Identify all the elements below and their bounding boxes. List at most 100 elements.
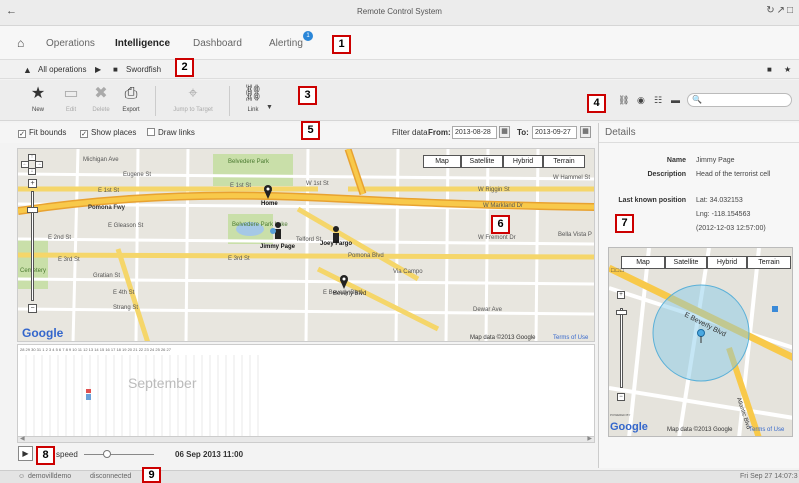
delete-button[interactable]: ✖ Delete [86, 84, 116, 113]
alert-badge: 1 [303, 31, 313, 41]
street-label: W Markland Dr [483, 203, 523, 209]
minimap-type-terrain[interactable]: Terrain [747, 256, 791, 269]
speed-label: speed [56, 450, 78, 459]
window-controls[interactable]: ↻↗□ [766, 5, 795, 16]
operation-icon: ▲ [23, 65, 32, 75]
from-date-input[interactable]: 2013-08-28 [452, 126, 497, 139]
google-logo: Google [610, 421, 648, 433]
tab-dashboard[interactable]: Dashboard [193, 38, 242, 49]
edit-icon: ▭ [63, 85, 79, 102]
description-value: Head of the terrorist cell [696, 171, 771, 178]
street-label: Strang St [113, 305, 138, 311]
map-type-terrain[interactable]: Terrain [543, 155, 585, 168]
search-input[interactable]: 🔍 [687, 93, 792, 107]
pan-control[interactable]: ↑ ← → ↓ [21, 154, 43, 175]
name-value: Jimmy Page [696, 157, 735, 164]
callout-5: 5 [301, 121, 320, 140]
minimap-canvas: E Beverly Blvd Atlantic Blvd POWERED BY … [609, 248, 792, 436]
street-label: Gratian St [93, 273, 120, 279]
timeline-event[interactable] [86, 389, 91, 393]
map-view[interactable]: Michigan Ave Eugene St E 1st St E 1st St… [17, 148, 595, 342]
map-type-hybrid[interactable]: Hybrid [503, 155, 543, 168]
map-type-satellite[interactable]: Satellite [461, 155, 503, 168]
list-view-icon[interactable]: ▬ [671, 95, 680, 105]
calendar-icon[interactable]: ▦ [580, 126, 591, 138]
fit-bounds-checkbox[interactable]: ✓ Fit bounds [18, 128, 66, 138]
breadcrumb-root[interactable]: All operations [38, 65, 86, 74]
zoom-slider-handle[interactable] [27, 207, 38, 213]
speed-slider-handle[interactable] [103, 450, 111, 458]
marker-label: Joey Fargo [320, 241, 352, 247]
minimap-zoom-slider[interactable] [620, 308, 623, 388]
timeline-event[interactable] [86, 394, 91, 400]
minimap-pan-control[interactable]: □□□ [611, 268, 641, 276]
export-button[interactable]: ⎙ Export [116, 84, 146, 113]
street-label: Pomona Fwy [88, 205, 126, 211]
callout-9: 9 [142, 467, 161, 483]
tab-alerting[interactable]: Alerting [269, 38, 303, 49]
dropdown-arrow-icon[interactable]: ▼ [266, 104, 273, 111]
breadcrumb: ▲ All operations ▶ ■ Swordfish ■ ★ [0, 60, 799, 79]
calendar-icon[interactable]: ▦ [499, 126, 510, 138]
minimap-terms-link: Terms of Use [749, 427, 785, 433]
scroll-right-icon[interactable]: ▶ [587, 435, 592, 442]
minimap-type-satellite[interactable]: Satellite [665, 256, 707, 269]
home-icon[interactable]: ⌂ [17, 36, 24, 50]
map-type-map[interactable]: Map [423, 155, 461, 168]
speed-slider[interactable] [84, 454, 154, 455]
street-label: E Gleason St [108, 223, 144, 229]
zoom-out-icon[interactable]: − [617, 393, 625, 401]
details-minimap[interactable]: E Beverly Blvd Atlantic Blvd POWERED BY … [608, 247, 793, 437]
minimap-attribution: Map data ©2013 Google [667, 426, 733, 433]
new-button[interactable]: ★ New [23, 84, 53, 113]
link-button[interactable]: ⛓ Link [238, 84, 268, 113]
street-label: W 1st St [306, 181, 329, 187]
callout-8: 8 [36, 446, 55, 465]
breadcrumb-current[interactable]: Swordfish [126, 65, 161, 74]
zoom-in-icon[interactable]: + [617, 291, 625, 299]
timeline-days: 28 29 30 31 1 2 3 4 5 6 7 8 9 10 11 12 1… [20, 347, 171, 352]
map-canvas: Michigan Ave Eugene St E 1st St E 1st St… [18, 149, 594, 341]
show-places-checkbox[interactable]: ✓ Show places [80, 128, 136, 138]
park-label: Belvedere Park [228, 159, 270, 165]
street-label: Bella Vista P [558, 232, 592, 238]
minimap-zoom-handle[interactable] [616, 310, 627, 315]
filter-bar: ✓ Fit bounds ✓ Show places Draw links Filt… [0, 123, 598, 143]
delete-icon: ✖ [94, 85, 108, 102]
pin-icon[interactable]: ◉ [637, 95, 645, 106]
minimap-type-hybrid[interactable]: Hybrid [707, 256, 747, 269]
edit-button[interactable]: ▭ Edit [56, 84, 86, 113]
draw-links-checkbox[interactable]: Draw links [147, 128, 195, 137]
tab-intelligence[interactable]: Intelligence [115, 38, 170, 49]
marker-label: Beverly Blvd [333, 291, 366, 297]
grid-view-icon[interactable]: ☷ [654, 95, 662, 106]
toolbar: ★ New ▭ Edit ✖ Delete ⎙ Export ⌖ Jump to… [0, 80, 799, 121]
timeline-month: September [128, 375, 197, 391]
playback-bar: ▶ speed 06 Sep 2013 11:00 [0, 443, 598, 463]
folder-icon[interactable]: ■ [767, 65, 772, 74]
street-label: Pomona Blvd [348, 253, 384, 259]
pan-down-icon[interactable]: ↓ [28, 168, 36, 175]
callout-4: 4 [587, 94, 606, 113]
zoom-in-icon[interactable]: + [28, 179, 37, 188]
jump-to-target-button[interactable]: ⌖ Jump to Target [170, 84, 216, 113]
timeline[interactable]: 28 29 30 31 1 2 3 4 5 6 7 8 9 10 11 12 1… [17, 344, 595, 437]
to-date-input[interactable]: 2013-09-27 [532, 126, 577, 139]
timeline-scrollbar[interactable]: ◀ ▶ [17, 436, 595, 443]
marker-label: Home [261, 201, 278, 207]
street-label: Telford St [296, 237, 322, 243]
link-icon[interactable]: ⛓ [618, 95, 629, 106]
callout-6: 6 [491, 215, 510, 234]
tab-operations[interactable]: Operations [46, 38, 95, 49]
star-plus-icon: ★ [30, 85, 46, 102]
pan-up-icon[interactable]: ↑ [28, 154, 36, 161]
zoom-out-icon[interactable]: − [28, 304, 37, 313]
window-title: Remote Control System [357, 7, 442, 16]
pan-right-icon[interactable]: → [35, 161, 43, 168]
pan-left-icon[interactable]: ← [21, 161, 29, 168]
play-button[interactable]: ▶ [18, 446, 33, 461]
scroll-left-icon[interactable]: ◀ [20, 435, 25, 442]
check-icon: ✓ [18, 130, 26, 138]
star-icon[interactable]: ★ [784, 65, 791, 74]
timeline-grid [25, 355, 259, 436]
